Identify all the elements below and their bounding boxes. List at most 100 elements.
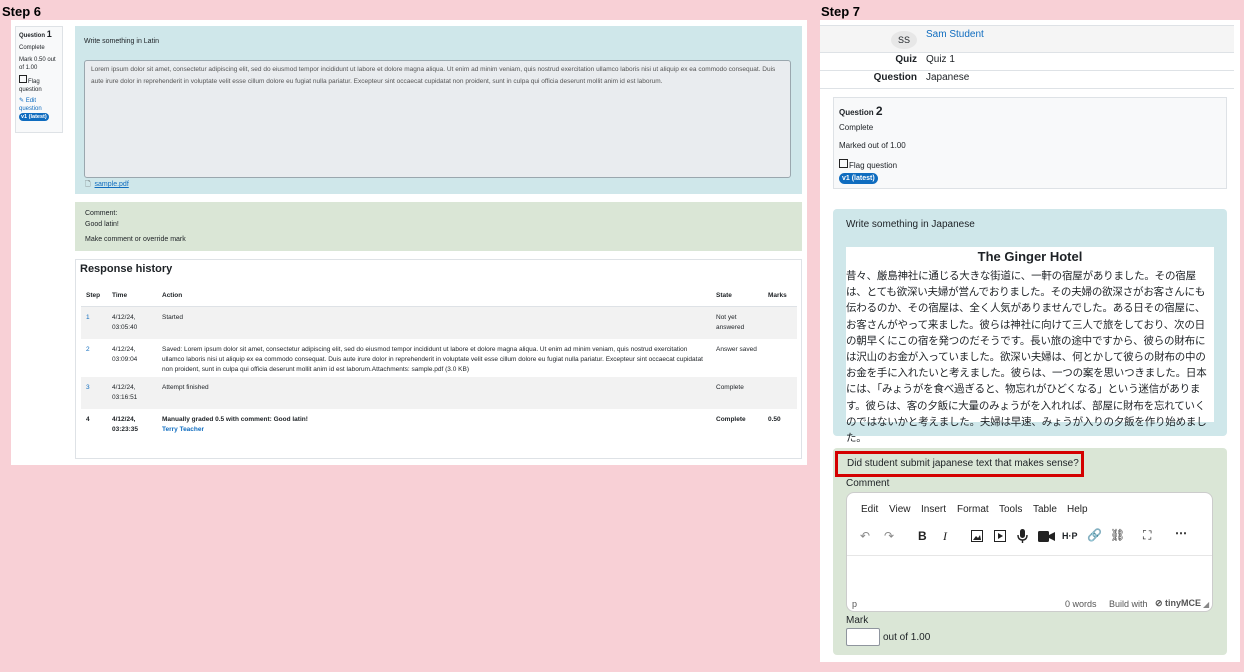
question-number: Question 2 [839, 104, 883, 118]
student-name-link[interactable]: Sam Student [926, 29, 984, 40]
student-row: SS Sam Student [820, 25, 1234, 53]
question-number: Question 1 [19, 29, 52, 40]
table-row: 1 4/12/24, 03:05:40 Started Not yet answ… [81, 306, 797, 339]
question-state: Complete [19, 45, 45, 51]
question-prompt: Write something in Japanese [846, 219, 975, 230]
table-row: 3 4/12/24, 03:16:51 Attempt finished Com… [81, 377, 797, 409]
marks-cell [763, 306, 797, 339]
file-icon: 🗋 [85, 181, 91, 188]
table-row: 4 4/12/24, 03:23:35 Manually graded 0.5 … [81, 409, 797, 441]
quiz-label: Quiz [895, 54, 917, 65]
table-row: 2 4/12/24, 03:09:04 Saved: Lorem ipsum d… [81, 339, 797, 377]
question-state: Complete [839, 123, 874, 132]
question-row: Question Japanese [820, 70, 1234, 89]
menu-help[interactable]: Help [1067, 504, 1088, 515]
col-marks: Marks [763, 286, 797, 307]
flag-question[interactable]: Flag question [19, 75, 59, 94]
step-cell: 4 [86, 416, 90, 423]
highlighted-grading-question: Did student submit japanese text that ma… [835, 451, 1084, 477]
menu-insert[interactable]: Insert [921, 504, 946, 515]
mark-input[interactable] [846, 628, 880, 646]
menu-table[interactable]: Table [1033, 504, 1057, 515]
video-icon[interactable] [1038, 531, 1055, 545]
answer-textarea[interactable]: Lorem ipsum dolor sit amet, consectetur … [84, 60, 791, 178]
question-marked: Marked out of 1.00 [839, 141, 906, 150]
resize-handle-icon[interactable]: ◢ [1203, 600, 1209, 609]
document-title: The Ginger Hotel [977, 249, 1083, 264]
step-link[interactable]: 2 [81, 339, 107, 377]
fullscreen-icon[interactable]: ⛶ [1143, 528, 1151, 543]
marks-cell [763, 377, 797, 409]
version-badge: v1 (latest) [19, 113, 49, 121]
override-mark-link[interactable]: Make comment or override mark [85, 234, 186, 245]
question-mark: Mark 0.50 out of 1.00 [19, 57, 56, 71]
action-cell: Saved: Lorem ipsum dolor sit amet, conse… [162, 346, 703, 373]
question-formulation: Write something in Latin Lorem ipsum dol… [75, 26, 802, 194]
question-value: Japanese [926, 72, 970, 83]
col-state: State [711, 286, 763, 307]
response-history: Response history Step Time Action State … [75, 259, 802, 459]
menu-view[interactable]: View [889, 504, 911, 515]
action-cell: Manually graded 0.5 with comment: Good l… [157, 409, 711, 441]
time-cell: 4/12/24, 03:05:40 [107, 306, 157, 339]
h5p-icon[interactable]: H·P [1062, 531, 1078, 541]
pencil-icon: ✎ [19, 98, 25, 104]
state-cell: Answer saved [716, 346, 757, 353]
question-prompt: Write something in Latin [84, 38, 159, 45]
time-cell: 4/12/24, 03:09:04 [112, 346, 138, 363]
flag-question[interactable]: Flag question [839, 159, 897, 170]
col-step: Step [81, 286, 107, 307]
unlink-icon[interactable]: ⛓ [1110, 528, 1125, 542]
link-icon[interactable]: 🔗 [1087, 528, 1102, 542]
submitted-document: The Ginger Hotel 昔々、厳島神社に通じる大きな街道に、一軒の宿屋… [846, 247, 1214, 444]
more-icon[interactable]: ⋯ [1175, 526, 1187, 540]
grader-link[interactable]: Terry Teacher [162, 425, 706, 435]
question-info-panel: Question 1 Complete Mark 0.50 out of 1.0… [15, 26, 63, 133]
state-cell: Complete [711, 377, 763, 409]
microphone-icon[interactable] [1017, 529, 1028, 547]
image-icon[interactable] [971, 530, 983, 545]
build-with-text: Build with [1109, 599, 1148, 609]
comment-editor: Edit View Insert Format Tools Table Help… [846, 492, 1213, 612]
avatar: SS [891, 31, 917, 49]
question-info-panel: Question 2 Complete Marked out of 1.00 F… [833, 97, 1227, 189]
italic-icon[interactable]: I [943, 529, 947, 544]
edit-question-link[interactable]: ✎ Edit question [19, 97, 59, 113]
media-icon[interactable] [994, 530, 1006, 545]
grading-panel: Did student submit japanese text that ma… [833, 448, 1227, 655]
editor-statusbar: p 0 words Build with ⊘ tinyMCE ◢ [847, 595, 1212, 611]
bold-icon[interactable]: B [918, 529, 927, 543]
comment-panel: Comment: Good latin! Make comment or ove… [75, 202, 802, 251]
state-cell: Complete [716, 416, 746, 423]
flag-icon [19, 75, 27, 83]
comment-text: Good latin! [85, 221, 119, 228]
mark-label: Mark [846, 615, 869, 626]
menu-edit[interactable]: Edit [861, 504, 878, 515]
menu-tools[interactable]: Tools [999, 504, 1022, 515]
action-cell: Started [157, 306, 711, 339]
marks-cell [763, 339, 797, 377]
menu-format[interactable]: Format [957, 504, 989, 515]
element-path: p [852, 599, 858, 609]
time-cell: 4/12/24, 03:16:51 [107, 377, 157, 409]
step-link[interactable]: 1 [81, 306, 107, 339]
tinymce-logo: ⊘ tinyMCE [1155, 598, 1202, 608]
step6-label: Step 6 [2, 4, 42, 19]
attachment-link[interactable]: 🗋 sample.pdf [85, 180, 129, 191]
quiz-row: Quiz Quiz 1 [820, 52, 1234, 71]
word-count: 0 words [1065, 599, 1097, 609]
step6-panel: Question 1 Complete Mark 0.50 out of 1.0… [11, 20, 807, 465]
redo-icon[interactable]: ↷ [884, 529, 894, 543]
document-body: 昔々、厳島神社に通じる大きな街道に、一軒の宿屋がありました。その宿屋は、とても欲… [846, 270, 1207, 445]
quiz-value: Quiz 1 [926, 54, 955, 65]
undo-icon[interactable]: ↶ [860, 529, 870, 543]
mark-out-of: out of 1.00 [883, 632, 931, 643]
question-label: Question [873, 72, 917, 83]
time-cell: 4/12/24, 03:23:35 [112, 416, 139, 433]
step-link[interactable]: 3 [81, 377, 107, 409]
action-cell: Attempt finished [157, 377, 711, 409]
version-badge: v1 (latest) [839, 173, 878, 184]
marks-cell: 0.50 [768, 416, 781, 423]
comment-label: Comment: [85, 210, 118, 217]
comment-edit-area[interactable] [847, 555, 1212, 596]
